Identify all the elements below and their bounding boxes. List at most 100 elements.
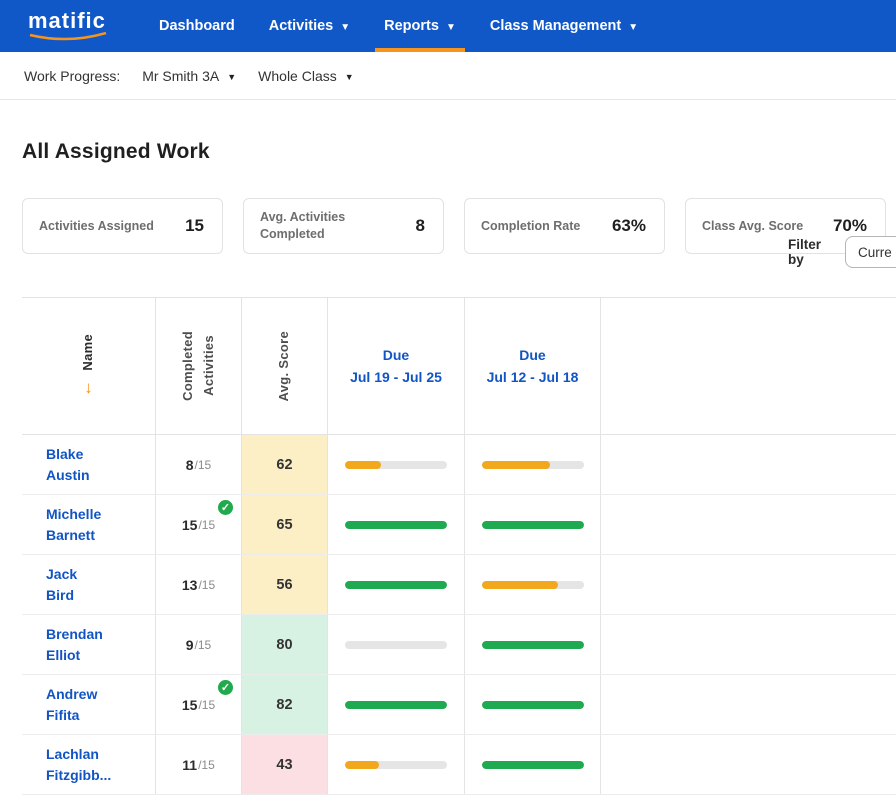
filter-group: Filter by Curre (788, 236, 896, 268)
header-due-week1: Due Jul 19 - Jul 25 (328, 298, 465, 434)
nav-reports[interactable]: Reports ▼ (367, 0, 473, 52)
filter-select[interactable]: Curre (845, 236, 896, 268)
student-last-name: Elliot (46, 645, 155, 666)
student-first-name: Lachlan (46, 744, 155, 765)
progress-bar-week1 (328, 675, 465, 734)
table-row: Blake Austin ✓ 8/15 62 (22, 435, 896, 495)
completed-activities-cell: ✓ 9/15 (156, 615, 242, 674)
student-name-link[interactable]: Blake Austin (46, 444, 155, 486)
nav-class-management-label: Class Management (490, 18, 621, 34)
stat-label: Activities Assigned (39, 218, 154, 235)
student-last-name: Austin (46, 465, 155, 486)
assigned-work-table: Name ↓ Completed Activities Avg. Score D… (22, 297, 896, 795)
nav-reports-label: Reports (384, 18, 439, 34)
main-content: All Assigned Work Filter by Curre Activi… (0, 100, 896, 795)
stats-row: Activities Assigned 15 Avg. Activities C… (22, 198, 896, 254)
nav-dashboard-label: Dashboard (159, 18, 235, 34)
chevron-down-icon: ▼ (628, 22, 638, 33)
top-navbar: matific Dashboard Activities ▼ Reports ▼… (0, 0, 896, 52)
header-name-label: Name (78, 334, 99, 371)
nav-activities-label: Activities (269, 18, 333, 34)
student-last-name: Fitzgibb... (46, 765, 155, 786)
chevron-down-icon: ▼ (340, 22, 350, 33)
work-progress-label: Work Progress: (24, 68, 120, 84)
scope-select[interactable]: Whole Class ▼ (258, 68, 354, 84)
progress-bar-week2 (465, 555, 601, 614)
progress-bar-week2 (465, 735, 601, 794)
stat-value: 70% (833, 216, 867, 236)
header-completed-label: Completed Activities (178, 331, 220, 401)
avg-score-badge: 80 (242, 615, 327, 674)
nav-class-management[interactable]: Class Management ▼ (473, 0, 655, 52)
progress-bar-week2 (465, 615, 601, 674)
header-empty (601, 298, 896, 434)
student-last-name: Bird (46, 585, 155, 606)
avg-score-badge: 43 (242, 735, 327, 794)
stat-label: Avg. Activities Completed (260, 209, 375, 243)
due-title: Due (350, 344, 442, 366)
progress-bar-week2 (465, 675, 601, 734)
avg-score-badge: 62 (242, 435, 327, 494)
completed-activities-cell: ✓ 15/15 (156, 675, 242, 734)
progress-bar-week1 (328, 735, 465, 794)
completed-check-icon: ✓ (216, 498, 235, 517)
header-due-week2: Due Jul 12 - Jul 18 (465, 298, 601, 434)
matific-logo[interactable]: matific (28, 10, 108, 42)
chevron-down-icon: ▼ (446, 22, 456, 33)
progress-bar-week2 (465, 435, 601, 494)
stat-label: Class Avg. Score (702, 218, 803, 235)
avg-score-badge: 56 (242, 555, 327, 614)
stat-completion-rate: Completion Rate 63% (464, 198, 665, 254)
header-name-sort[interactable]: Name ↓ (22, 298, 156, 434)
stat-activities-assigned: Activities Assigned 15 (22, 198, 223, 254)
stat-value: 63% (612, 216, 646, 236)
subheader: Work Progress: Mr Smith 3A ▼ Whole Class… (0, 52, 896, 100)
class-select-value: Mr Smith 3A (142, 68, 219, 84)
table-header-row: Name ↓ Completed Activities Avg. Score D… (22, 298, 896, 435)
progress-bar-week1 (328, 615, 465, 674)
avg-score-badge: 65 (242, 495, 327, 554)
header-completed-activities: Completed Activities (156, 298, 242, 434)
logo-swoosh (28, 32, 108, 42)
logo-text: matific (28, 10, 106, 32)
completed-activities-cell: ✓ 8/15 (156, 435, 242, 494)
stat-value: 15 (185, 216, 204, 236)
filter-by-label: Filter by (788, 237, 833, 267)
header-avg-score: Avg. Score (242, 298, 328, 434)
table-row: Michelle Barnett ✓ 15/15 65 (22, 495, 896, 555)
table-row: Andrew Fifita ✓ 15/15 82 (22, 675, 896, 735)
table-row: Jack Bird ✓ 13/15 56 (22, 555, 896, 615)
progress-bar-week1 (328, 435, 465, 494)
progress-bar-week1 (328, 555, 465, 614)
nav-menu: Dashboard Activities ▼ Reports ▼ Class M… (142, 0, 655, 52)
page-title: All Assigned Work (22, 140, 896, 164)
student-name-link[interactable]: Jack Bird (46, 564, 155, 606)
student-last-name: Barnett (46, 525, 155, 546)
student-name-link[interactable]: Lachlan Fitzgibb... (46, 744, 155, 786)
completed-activities-cell: ✓ 11/15 (156, 735, 242, 794)
filter-select-value: Curre (858, 245, 892, 260)
class-select[interactable]: Mr Smith 3A ▼ (142, 68, 236, 84)
student-first-name: Michelle (46, 504, 155, 525)
progress-bar-week1 (328, 495, 465, 554)
table-row: Brendan Elliot ✓ 9/15 80 (22, 615, 896, 675)
sort-desc-icon: ↓ (84, 378, 93, 398)
due-title: Due (487, 344, 579, 366)
student-name-link[interactable]: Michelle Barnett (46, 504, 155, 546)
stat-label: Completion Rate (481, 218, 580, 235)
student-first-name: Brendan (46, 624, 155, 645)
nav-activities[interactable]: Activities ▼ (252, 0, 367, 52)
chevron-down-icon: ▼ (227, 72, 236, 82)
avg-score-badge: 82 (242, 675, 327, 734)
nav-dashboard[interactable]: Dashboard (142, 0, 252, 52)
student-first-name: Blake (46, 444, 155, 465)
stat-value: 8 (416, 216, 425, 236)
student-first-name: Jack (46, 564, 155, 585)
completed-activities-cell: ✓ 15/15 (156, 495, 242, 554)
student-name-link[interactable]: Brendan Elliot (46, 624, 155, 666)
chevron-down-icon: ▼ (345, 72, 354, 82)
scope-select-value: Whole Class (258, 68, 337, 84)
completed-check-icon: ✓ (216, 678, 235, 697)
due-range: Jul 19 - Jul 25 (350, 366, 442, 388)
student-name-link[interactable]: Andrew Fifita (46, 684, 155, 726)
